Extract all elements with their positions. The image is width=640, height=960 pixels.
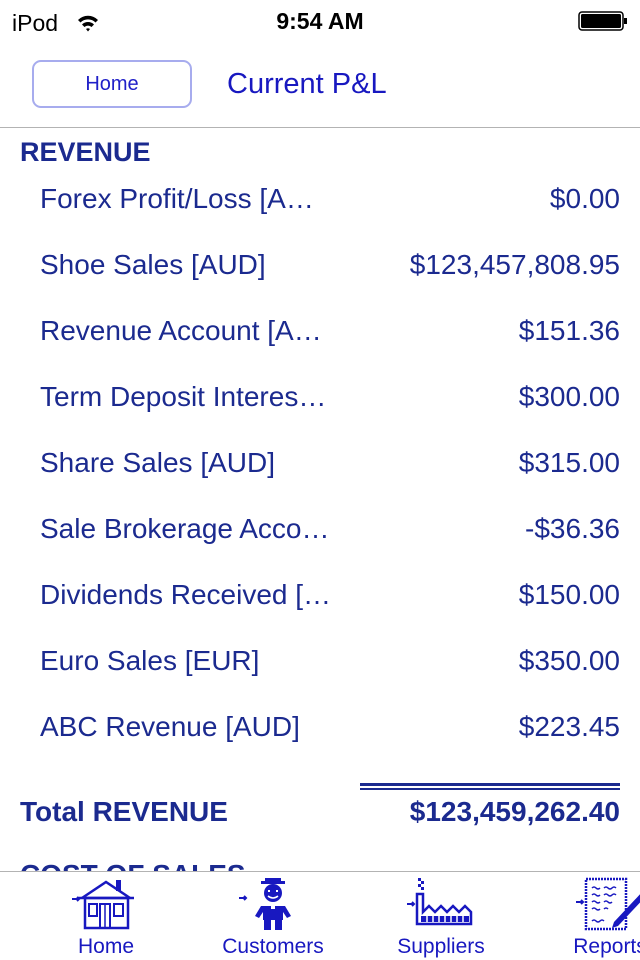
- account-row[interactable]: Term Deposit Interes… $300.00: [0, 364, 640, 430]
- account-amount: $0.00: [549, 183, 620, 214]
- account-amount: $300.00: [518, 381, 620, 412]
- account-amount: -$36.36: [525, 513, 620, 544]
- account-amount: $223.45: [518, 711, 620, 742]
- account-name: ABC Revenue [AUD]: [40, 711, 300, 742]
- account-row[interactable]: ABC Revenue [AUD] $223.45: [0, 694, 640, 760]
- tab-suppliers-label: Suppliers: [397, 935, 485, 958]
- status-bar: iPod 9:54 AM: [0, 0, 640, 42]
- page-title: Current P&L: [227, 68, 387, 100]
- pnl-report-scroll[interactable]: REVENUE Forex Profit/Loss [A… $0.00 Shoe…: [0, 129, 640, 871]
- account-amount: $151.36: [518, 315, 620, 346]
- section-header-revenue: REVENUE: [20, 137, 151, 167]
- account-row[interactable]: Forex Profit/Loss [A… $0.00: [0, 166, 640, 232]
- account-name: Forex Profit/Loss [A…: [40, 183, 314, 214]
- tab-suppliers[interactable]: Suppliers: [361, 872, 521, 960]
- account-amount: $315.00: [518, 447, 620, 478]
- tab-reports-label: Reports: [573, 935, 640, 958]
- factory-icon: [407, 878, 473, 926]
- total-revenue-value: $123,459,262.40: [409, 796, 620, 827]
- account-name: Dividends Received […: [40, 579, 332, 610]
- house-icon: [72, 880, 134, 930]
- account-amount: $123,457,808.95: [409, 249, 620, 280]
- total-revenue-label: Total REVENUE: [20, 796, 228, 827]
- account-row[interactable]: Dividends Received [… $150.00: [0, 562, 640, 628]
- account-amount: $150.00: [518, 579, 620, 610]
- account-row[interactable]: Revenue Account [A… $151.36: [0, 298, 640, 364]
- clock: 9:54 AM: [276, 8, 364, 34]
- account-name: Revenue Account [A…: [40, 315, 322, 346]
- report-icon: [576, 877, 640, 931]
- account-name: Share Sales [AUD]: [40, 447, 275, 478]
- tab-home[interactable]: Home: [26, 872, 186, 960]
- home-button-label: Home: [85, 72, 139, 95]
- account-name: Shoe Sales [AUD]: [40, 249, 266, 280]
- account-name: Euro Sales [EUR]: [40, 645, 260, 676]
- tab-home-label: Home: [77, 935, 135, 958]
- account-amount: $350.00: [518, 645, 620, 676]
- battery-full-icon: [578, 11, 627, 31]
- home-back-button[interactable]: Home: [32, 60, 192, 108]
- account-row[interactable]: Euro Sales [EUR] $350.00: [0, 628, 640, 694]
- account-name: Term Deposit Interes…: [40, 381, 327, 412]
- tab-reports[interactable]: Reports: [530, 872, 640, 960]
- total-double-underline: [360, 783, 620, 790]
- customer-icon: [239, 878, 291, 930]
- account-row[interactable]: Share Sales [AUD] $315.00: [0, 430, 640, 496]
- tab-bar: Home Customers Suppliers Reports: [0, 871, 640, 960]
- account-name: Sale Brokerage Acco…: [40, 513, 330, 544]
- section-header-cost-of-sales: COST OF SALES: [20, 859, 246, 871]
- account-row[interactable]: Shoe Sales [AUD] $123,457,808.95: [0, 232, 640, 298]
- account-row[interactable]: Sale Brokerage Acco… -$36.36: [0, 496, 640, 562]
- tab-customers-label: Customers: [222, 935, 324, 958]
- tab-customers[interactable]: Customers: [193, 872, 353, 960]
- navigation-bar: Home Current P&L: [0, 42, 640, 128]
